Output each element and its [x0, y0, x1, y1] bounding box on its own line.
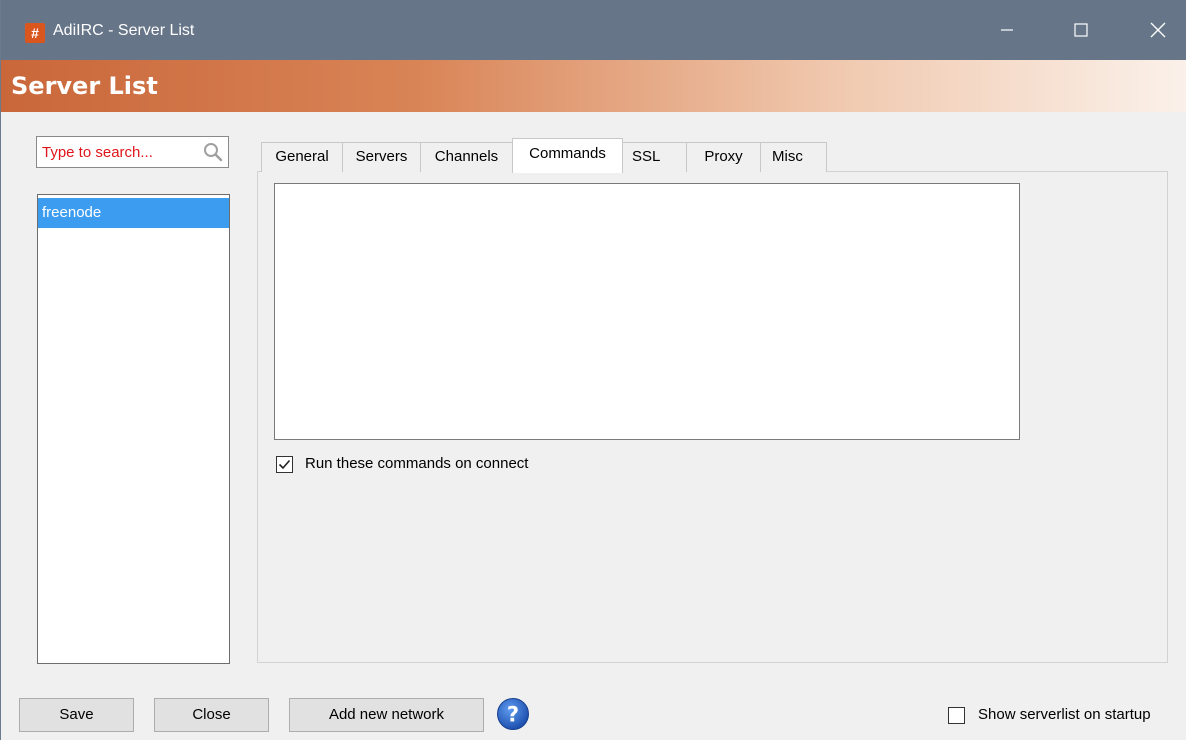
run-on-connect-checkbox[interactable] — [276, 456, 293, 473]
tab-commands[interactable]: Commands — [512, 138, 623, 173]
search-placeholder: Type to search... — [42, 144, 153, 161]
server-list-window: # AdiIRC - Server List Server List Type … — [0, 0, 1186, 740]
show-on-startup-label: Show serverlist on startup — [978, 706, 1151, 723]
maximize-button[interactable] — [1058, 0, 1104, 60]
tab-misc[interactable]: Misc — [760, 142, 827, 172]
minimize-button[interactable] — [984, 0, 1030, 60]
show-on-startup-checkbox[interactable] — [948, 707, 965, 724]
close-icon — [1150, 22, 1166, 38]
page-title: Server List — [11, 72, 158, 100]
tab-servers[interactable]: Servers — [342, 142, 421, 172]
network-list[interactable]: freenode — [37, 194, 230, 664]
help-icon[interactable]: ? — [496, 697, 530, 731]
close-window-button[interactable] — [1135, 0, 1181, 60]
add-network-button[interactable]: Add new network — [289, 698, 484, 732]
run-on-connect-label: Run these commands on connect — [305, 455, 529, 472]
app-icon: # — [25, 23, 45, 43]
checkmark-icon — [278, 459, 291, 470]
network-search-input[interactable]: Type to search... — [36, 136, 229, 168]
maximize-icon — [1074, 23, 1088, 37]
tab-ssl[interactable]: SSL — [622, 142, 687, 172]
network-item-freenode[interactable]: freenode — [38, 198, 229, 228]
search-icon — [204, 143, 223, 162]
tab-channels[interactable]: Channels — [420, 142, 513, 172]
commands-textarea[interactable] — [274, 183, 1020, 440]
svg-text:?: ? — [507, 703, 519, 727]
tab-proxy[interactable]: Proxy — [686, 142, 761, 172]
title-bar[interactable]: # AdiIRC - Server List — [1, 0, 1186, 60]
tab-general[interactable]: General — [261, 142, 343, 172]
header-banner: Server List — [1, 60, 1186, 112]
window-title: AdiIRC - Server List — [53, 22, 195, 39]
minimize-icon — [1001, 29, 1013, 31]
close-button[interactable]: Close — [154, 698, 269, 732]
save-button[interactable]: Save — [19, 698, 134, 732]
